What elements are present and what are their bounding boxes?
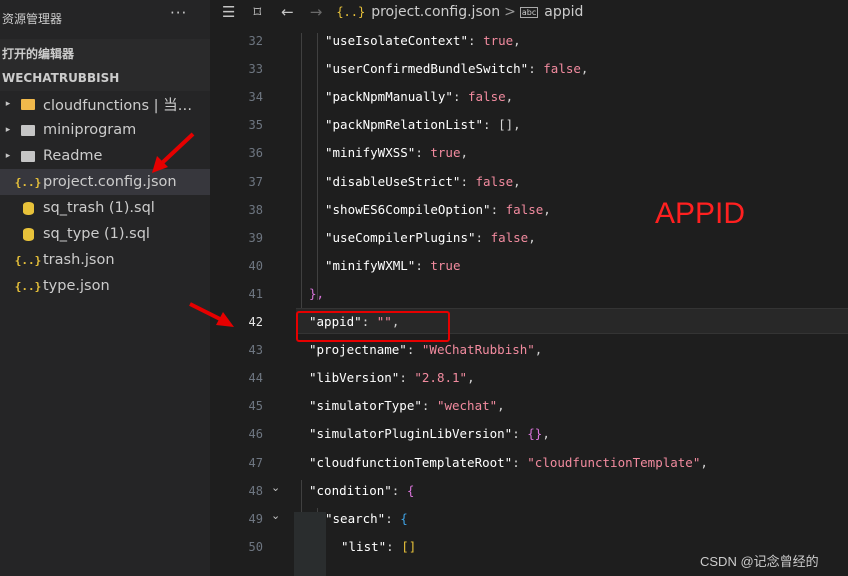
line-number: 38 [248, 202, 263, 217]
line-number: 45 [248, 399, 263, 414]
line-number: 43 [248, 343, 263, 358]
explorer-title: 资源管理器 [2, 12, 63, 26]
line-number: 50 [248, 539, 263, 554]
forward-arrow-icon[interactable]: → [310, 3, 323, 21]
code-line[interactable]: "cloudfunctionTemplateRoot": "cloudfunct… [309, 455, 708, 470]
breadcrumb-separator: > [504, 4, 516, 20]
code-line[interactable]: "condition": { [309, 483, 414, 498]
bookmark-icon[interactable]: ⌑ [253, 3, 261, 21]
database-icon [17, 227, 39, 241]
appid-annotation: APPID [655, 197, 746, 230]
line-number: 36 [248, 146, 263, 161]
database-icon [17, 201, 39, 215]
json-icon: {..} [14, 175, 42, 189]
file-label: type.json [43, 278, 110, 294]
folder-icon [17, 150, 39, 162]
file-label: Readme [43, 148, 103, 164]
breadcrumb-symbol[interactable]: appid [544, 4, 583, 20]
json-icon: {..} [14, 253, 42, 267]
cloud-folder-icon [17, 98, 39, 110]
file-label: cloudfunctions | 当前... [43, 97, 203, 114]
open-editors-section[interactable]: 打开的编辑器 [2, 45, 74, 62]
line-number: 41 [248, 286, 263, 301]
breadcrumb-file-icon: {..} [336, 5, 366, 19]
indent-highlight [294, 512, 326, 576]
breadcrumb-file[interactable]: project.config.json [371, 4, 500, 20]
code-line[interactable]: "minifyWXSS": true, [325, 145, 468, 160]
chevron-right-icon: ▸ [5, 99, 11, 109]
file-item[interactable]: ▸ cloudfunctions | 当前... [0, 91, 210, 117]
line-number: 46 [248, 427, 263, 442]
fold-chevron-icon[interactable]: ⌄ [271, 481, 280, 494]
code-line[interactable]: "projectname": "WeChatRubbish", [309, 342, 542, 357]
file-item[interactable]: {..} trash.json [0, 247, 210, 273]
chevron-right-icon: ▸ [5, 125, 11, 135]
code-line[interactable]: "packNpmManually": false, [325, 89, 513, 104]
line-number: 47 [248, 455, 263, 470]
chevron-right-icon: ▸ [5, 151, 11, 161]
line-number: 39 [248, 230, 263, 245]
code-line[interactable]: "packNpmRelationList": [], [325, 117, 521, 132]
code-line[interactable]: "search": { [325, 511, 408, 526]
code-line[interactable]: "disableUseStrict": false, [325, 174, 521, 189]
line-number: 49 [248, 511, 263, 526]
code-line[interactable]: "list": [] [341, 539, 416, 554]
line-number: 44 [248, 371, 263, 386]
line-number: 40 [248, 258, 263, 273]
list-icon[interactable]: ☰ [222, 3, 235, 21]
file-label: sq_trash (1).sql [43, 200, 155, 216]
file-label: miniprogram [43, 122, 137, 138]
folder-icon [17, 124, 39, 136]
file-label: trash.json [43, 252, 115, 268]
breadcrumb-symbol-icon: abc [519, 6, 539, 18]
breadcrumb: ☰ ⌑ ← → {..} project.config.json > abc a… [210, 0, 848, 24]
fold-chevron-icon[interactable]: ⌄ [271, 509, 280, 522]
line-number: 42 [248, 315, 263, 329]
file-item[interactable]: {..} project.config.json [0, 169, 210, 195]
code-line[interactable]: "useIsolateContext": true, [325, 33, 521, 48]
code-line[interactable]: "libVersion": "2.8.1", [309, 370, 475, 385]
code-line[interactable]: "userConfirmedBundleSwitch": false, [325, 61, 588, 76]
line-number: 37 [248, 174, 263, 189]
file-item[interactable]: sq_type (1).sql [0, 221, 210, 247]
code-line[interactable]: "minifyWXML": true [325, 258, 460, 273]
indent-guide [301, 33, 302, 311]
more-actions-icon[interactable]: ··· [170, 4, 187, 22]
line-number: 32 [248, 34, 263, 48]
code-line[interactable]: "simulatorType": "wechat", [309, 398, 505, 413]
line-number: 48 [248, 483, 263, 498]
code-line[interactable]: "useCompilerPlugins": false, [325, 230, 536, 245]
indent-guide [317, 33, 318, 300]
json-icon: {..} [14, 279, 42, 293]
appid-highlight-box [296, 311, 450, 342]
back-arrow-icon[interactable]: ← [281, 3, 294, 21]
line-number: 34 [248, 90, 263, 105]
line-number: 33 [248, 62, 263, 77]
explorer-sidebar: 资源管理器 ··· 打开的编辑器 WECHATRUBBISH ▸ cloudfun… [0, 0, 210, 576]
code-line[interactable]: "simulatorPluginLibVersion": {}, [309, 426, 550, 441]
file-item[interactable]: ▸ miniprogram [0, 117, 210, 143]
csdn-watermark: CSDN @记念曾经的 [700, 554, 819, 569]
file-item[interactable]: ▸ Readme [0, 143, 210, 169]
file-label: project.config.json [43, 174, 177, 190]
file-item[interactable]: sq_trash (1).sql [0, 195, 210, 221]
line-number: 35 [248, 118, 263, 133]
project-section[interactable]: WECHATRUBBISH [2, 71, 119, 85]
code-line[interactable]: }, [309, 286, 324, 301]
file-label: sq_type (1).sql [43, 226, 150, 242]
editor-pane: ☰ ⌑ ← → {..} project.config.json > abc a… [210, 0, 848, 576]
code-line[interactable]: "showES6CompileOption": false, [325, 202, 551, 217]
file-item[interactable]: {..} type.json [0, 273, 210, 299]
